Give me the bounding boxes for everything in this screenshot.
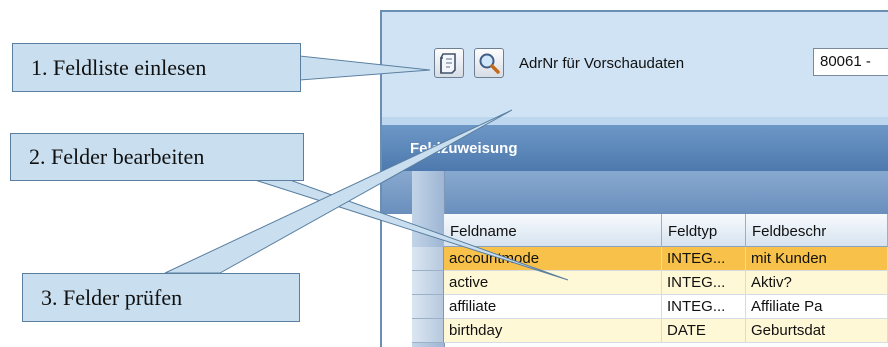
- cell-feldname[interactable]: active: [444, 271, 662, 295]
- callout-text: 2. Felder bearbeiten: [29, 144, 205, 169]
- cell-feldbeschreibung[interactable]: mit Kunden: [746, 247, 888, 271]
- section-header: Feldzuweisung: [382, 125, 888, 171]
- grid-group-band: [382, 171, 888, 214]
- callout-text: 1. Feldliste einlesen: [31, 54, 207, 80]
- cell-feldname[interactable]: affiliate: [444, 295, 662, 319]
- callout-edit-fields: 2. Felder bearbeiten: [10, 133, 304, 181]
- cell-feldtyp[interactable]: INTEG...: [662, 295, 746, 319]
- row-selector[interactable]: [412, 247, 444, 271]
- column-header-feldname[interactable]: Feldname: [444, 214, 662, 247]
- cell-feldname[interactable]: accountmode: [444, 247, 662, 271]
- read-fieldlist-button[interactable]: [434, 48, 464, 78]
- cell-feldtyp[interactable]: INTEG...: [662, 271, 746, 295]
- magnifier-icon: [479, 53, 500, 74]
- cell-feldname[interactable]: birthday: [444, 319, 662, 343]
- field-grid: Feldname Feldtyp Feldbeschr accountmode …: [382, 171, 888, 347]
- row-selector[interactable]: [412, 319, 444, 343]
- cell-feldbeschreibung[interactable]: Affiliate Pa: [746, 295, 888, 319]
- callout-text: 3. Felder prüfen: [41, 284, 183, 310]
- column-header-feldtyp[interactable]: Feldtyp: [662, 214, 746, 247]
- search-button[interactable]: [474, 48, 504, 78]
- cell-feldtyp[interactable]: DATE: [662, 319, 746, 343]
- adrnr-input[interactable]: 80061 -: [813, 48, 888, 76]
- callout-read-fieldlist: 1. Feldliste einlesen: [12, 43, 301, 92]
- preview-adrnr-label: AdrNr für Vorschaudaten: [519, 55, 685, 72]
- callout-check-fields: 3. Felder prüfen: [22, 273, 300, 322]
- cell-feldbeschreibung[interactable]: Aktiv?: [746, 271, 888, 295]
- app-window: AdrNr für Vorschaudaten 80061 - Feldzuwe…: [380, 10, 888, 347]
- cell-feldbeschreibung[interactable]: Geburtsdat: [746, 319, 888, 343]
- cell-feldtyp[interactable]: INTEG...: [662, 247, 746, 271]
- row-selector[interactable]: [412, 295, 444, 319]
- document-icon: [440, 53, 456, 74]
- row-selector[interactable]: [412, 271, 444, 295]
- column-header-feldbeschreibung[interactable]: Feldbeschr: [746, 214, 888, 247]
- toolbar: AdrNr für Vorschaudaten 80061 -: [382, 12, 888, 117]
